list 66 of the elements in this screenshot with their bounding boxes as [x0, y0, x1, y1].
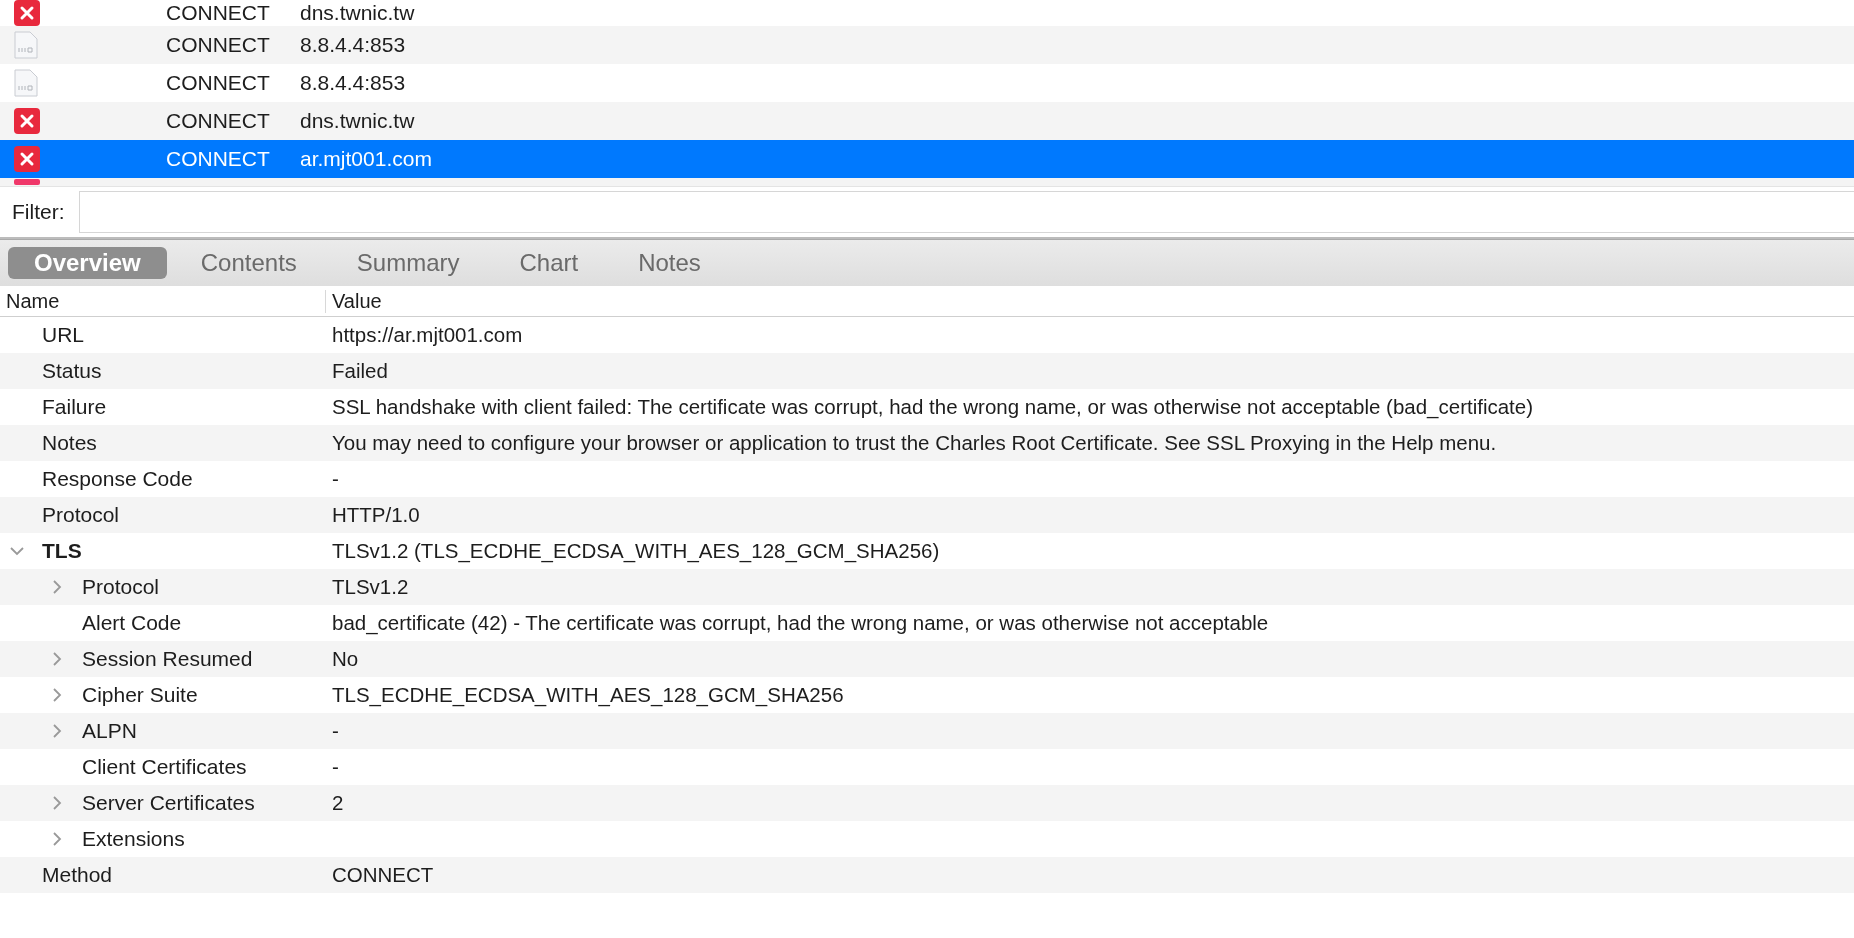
property-name: Method [42, 863, 113, 887]
property-value: CONNECT [332, 863, 434, 887]
column-header: Value [331, 289, 382, 313]
filter-input[interactable] [78, 191, 1854, 233]
property-value: 2 [332, 791, 344, 815]
chevron-icon[interactable] [10, 544, 24, 558]
host-text: dns.twnic.tw [300, 1, 415, 25]
chevron-icon[interactable] [50, 832, 64, 846]
tab[interactable]: Summary [330, 247, 486, 279]
property-name: ALPN [82, 719, 137, 743]
property-value: - [332, 467, 339, 491]
property-name: Session Resumed [82, 647, 253, 671]
method-text: CONNECT [166, 109, 271, 133]
property-value: bad_certificate (42) - The certificate was corrupt, had the wrong name, or was otherwise not acceptable [332, 611, 1269, 635]
error-icon [14, 146, 40, 172]
property-value: TLSv1.2 (TLS_ECDHE_ECDSA_WITH_AES_128_GCM_SHA256) [332, 539, 940, 563]
tab[interactable]: Overview [8, 247, 167, 279]
error-icon [14, 179, 40, 185]
property-value: - [332, 719, 339, 743]
property-name: Alert Code [82, 611, 182, 635]
property-name: Client Certificates [82, 755, 247, 779]
session-row[interactable]: CONNECT ar.mjt001.com [0, 140, 1854, 178]
chevron-icon[interactable] [50, 796, 64, 810]
chevron-icon[interactable] [50, 652, 64, 666]
tab[interactable]: Contents [174, 247, 323, 279]
property-value: HTTP/1.0 [332, 503, 420, 527]
property-value: Failed [332, 359, 388, 383]
property-value: No [332, 647, 359, 671]
property-name: Status [42, 359, 102, 383]
chevron-icon[interactable] [50, 580, 64, 594]
document-icon [14, 31, 38, 59]
property-name: Cipher Suite [82, 683, 198, 707]
chevron-icon[interactable] [50, 724, 64, 738]
chevron-icon[interactable] [50, 688, 64, 702]
property-name: Notes [42, 431, 97, 455]
host-text: dns.twnic.tw [300, 109, 415, 133]
property-value: You may need to configure your browser or application to trust the Charles Root Certificate. See SSL Proxying in the Help menu. [332, 431, 1497, 455]
filter-label: Filter: [12, 200, 65, 224]
property-name: Protocol [82, 575, 160, 599]
method-text: CONNECT [166, 71, 271, 95]
property-value: TLS_ECDHE_ECDSA_WITH_AES_128_GCM_SHA256 [332, 683, 844, 707]
session-row[interactable]: CONNECT dns.twnic.tw [0, 102, 1854, 140]
tab[interactable]: Notes [612, 247, 727, 279]
property-name: Protocol [42, 503, 120, 527]
method-text: CONNECT [166, 33, 271, 57]
error-icon [14, 108, 40, 134]
host-text: 8.8.4.4:853 [300, 71, 406, 95]
property-value: - [332, 755, 339, 779]
method-text: CONNECT [166, 1, 271, 25]
property-name: Failure [42, 395, 107, 419]
property-value: SSL handshake with client failed: The certificate was corrupt, had the wrong name, or was otherwise not acceptable (bad_certificate) [332, 395, 1534, 419]
method-text: CONNECT [166, 147, 271, 171]
property-name: Response Code [42, 467, 193, 491]
host-text: 8.8.4.4:853 [300, 33, 406, 57]
tab[interactable]: Chart [493, 247, 605, 279]
host-text: ar.mjt001.com [300, 147, 432, 171]
column-header: Name [0, 289, 326, 313]
property-name: Extensions [82, 827, 185, 851]
property-value: https://ar.mjt001.com [332, 323, 523, 347]
property-name: URL [42, 323, 84, 347]
property-name: Server Certificates [82, 791, 255, 815]
session-row[interactable]: CONNECT 8.8.4.4:853 [0, 26, 1854, 64]
property-value: TLSv1.2 [332, 575, 409, 599]
error-icon [14, 0, 40, 26]
document-icon [14, 69, 38, 97]
property-name: TLS [42, 539, 82, 563]
